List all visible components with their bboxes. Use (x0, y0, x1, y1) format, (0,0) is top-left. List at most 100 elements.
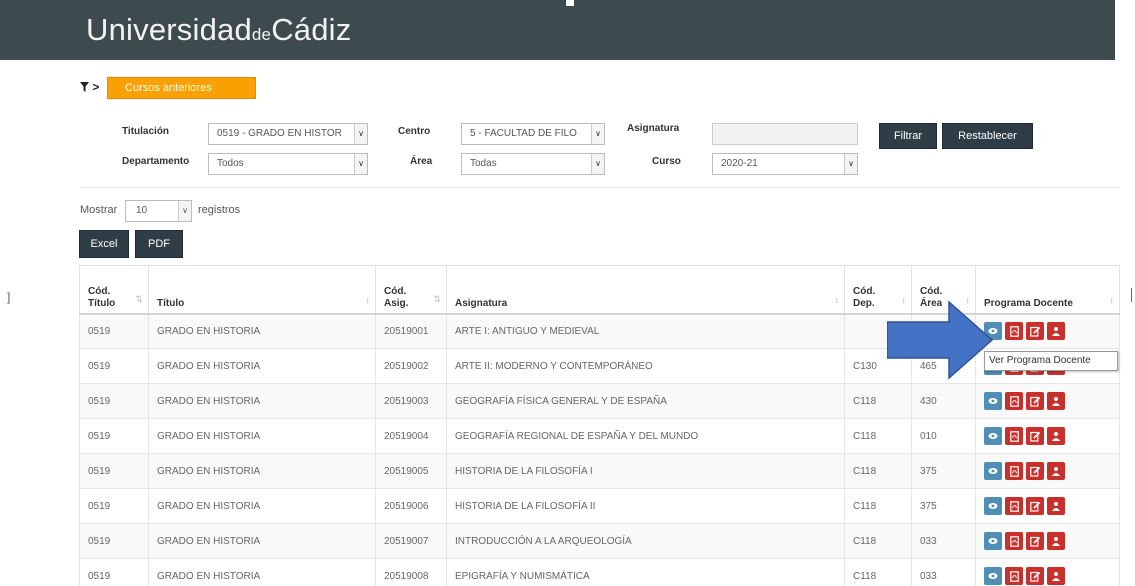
table-row: 0519 GRADO EN HISTORIA 20519004 GEOGRAFÍA R… (79, 418, 1120, 454)
edit-button[interactable] (1026, 392, 1044, 410)
cell-cod-dep: C118 (844, 418, 912, 454)
departamento-select[interactable]: Todos ∨ (208, 153, 368, 175)
edit-button[interactable] (1026, 462, 1044, 480)
edit-button[interactable] (1026, 567, 1044, 585)
chevron-down-icon: ∨ (178, 201, 191, 221)
cell-cod-dep (844, 313, 912, 349)
pdf-icon (1009, 535, 1019, 547)
eye-icon (988, 467, 998, 475)
sort-icon[interactable]: ↕ (1110, 295, 1115, 305)
pdf-button[interactable] (1005, 392, 1023, 410)
column-header-line2: Programa Docente (984, 297, 1073, 309)
sort-icon[interactable]: ↕ (835, 295, 840, 305)
edit-icon (1029, 431, 1041, 442)
cell-asignatura: EPIGRAFÍA Y NUMISMÁTICA (446, 558, 845, 586)
edit-button[interactable] (1026, 497, 1044, 515)
eye-button[interactable] (984, 322, 1002, 341)
column-header[interactable]: Cód. Título ⇅ (79, 265, 149, 315)
edit-button[interactable] (1026, 427, 1044, 445)
column-header-line1 (157, 286, 367, 298)
cell-programa-docente (975, 383, 1120, 419)
column-header[interactable]: Cód. Área ↕ (911, 265, 976, 315)
user-button[interactable] (1047, 427, 1065, 445)
cell-cod-area: 033 (911, 523, 976, 559)
user-button[interactable] (1047, 497, 1065, 515)
page-length-select[interactable]: 10 ∨ (125, 200, 192, 222)
column-header[interactable]: Cód. Asig. ⇅ (375, 265, 447, 315)
action-buttons (984, 462, 1111, 480)
sort-icon[interactable]: ⇅ (433, 294, 441, 305)
cell-cod-titulo: 0519 (79, 488, 149, 524)
ver-programa-tooltip: Ver Programa Docente (984, 351, 1118, 371)
pdf-button[interactable] (1005, 497, 1023, 515)
action-buttons (984, 532, 1111, 550)
eye-button[interactable] (984, 462, 1002, 480)
eye-button[interactable] (984, 532, 1002, 550)
university-logo[interactable]: UniversidaddeCádiz (86, 12, 351, 48)
eye-button[interactable] (984, 392, 1002, 410)
user-button[interactable] (1047, 567, 1065, 585)
cell-cod-titulo: 0519 (79, 418, 149, 454)
cell-cod-asig: 20519003 (375, 383, 447, 419)
column-header[interactable]: Título ↕ (148, 265, 376, 315)
sort-icon[interactable]: ⇅ (135, 294, 143, 305)
titulacion-select[interactable]: 0519 - GRADO EN HISTOR ∨ (208, 123, 368, 145)
pdf-button[interactable] (1005, 532, 1023, 550)
eye-button[interactable] (984, 497, 1002, 515)
pdf-icon (1009, 430, 1019, 442)
pdf-button[interactable] (1005, 462, 1023, 480)
curso-select[interactable]: 2020-21 ∨ (712, 153, 858, 175)
user-button[interactable] (1047, 392, 1065, 410)
cell-cod-asig: 20519005 (375, 453, 447, 489)
user-icon (1051, 326, 1061, 337)
eye-icon (988, 397, 998, 405)
pdf-button[interactable]: PDF (135, 230, 183, 258)
area-select[interactable]: Todas ∨ (461, 153, 605, 175)
column-header-line1: Cód. (88, 285, 111, 297)
asignatura-label: Asignatura (627, 123, 680, 134)
edit-icon (1029, 571, 1041, 582)
centro-label: Centro (398, 126, 431, 137)
filter-toggle[interactable]: > (80, 80, 99, 94)
eye-button[interactable] (984, 427, 1002, 445)
sort-icon[interactable]: ↕ (966, 295, 971, 305)
cell-programa-docente (975, 558, 1120, 586)
filter-icon (80, 82, 89, 92)
site-header: UniversidaddeCádiz (0, 0, 1115, 60)
cell-cod-asig: 20519001 (375, 313, 447, 349)
column-header-line2: Título (88, 297, 116, 309)
restablecer-button[interactable]: Restablecer (942, 123, 1033, 149)
sort-icon[interactable]: ↕ (902, 295, 907, 305)
cell-cod-dep: C118 (844, 558, 912, 586)
cell-cod-titulo: 0519 (79, 453, 149, 489)
user-button[interactable] (1047, 322, 1065, 341)
excel-button[interactable]: Excel (79, 230, 129, 258)
cell-programa-docente (975, 418, 1120, 454)
edit-icon (1029, 396, 1041, 407)
asignaturas-table: Cód. Título ⇅ Título ↕ Cód. Asig. ⇅ Asignatura ↕ C… (79, 265, 1120, 586)
filtrar-button[interactable]: Filtrar (879, 123, 937, 149)
table-row: 0519 GRADO EN HISTORIA 20519003 GEOGRAFÍA F… (79, 383, 1120, 419)
cell-asignatura: INTRODUCCIÓN A LA ARQUEOLOGÍA (446, 523, 845, 559)
pdf-button[interactable] (1005, 567, 1023, 585)
eye-button[interactable] (984, 567, 1002, 585)
eye-icon (988, 572, 998, 580)
edit-button[interactable] (1026, 532, 1044, 550)
cell-cod-area: 430 (911, 383, 976, 419)
asignatura-input[interactable] (712, 123, 858, 145)
cursos-anteriores-button[interactable]: Cursos anteriores (107, 77, 256, 99)
edit-icon (1029, 536, 1041, 547)
edit-button[interactable] (1026, 322, 1044, 341)
column-header-line2: Área (920, 297, 943, 309)
pdf-button[interactable] (1005, 322, 1023, 341)
column-header[interactable]: Programa Docente ↕ (975, 265, 1120, 315)
user-icon (1051, 501, 1061, 511)
column-header[interactable]: Cód. Dep. ↕ (844, 265, 912, 315)
centro-select[interactable]: 5 - FACULTAD DE FILO ∨ (461, 123, 605, 145)
sort-icon[interactable]: ↕ (366, 295, 371, 305)
column-header[interactable]: Asignatura ↕ (446, 265, 845, 315)
pdf-button[interactable] (1005, 427, 1023, 445)
edit-icon (1029, 466, 1041, 477)
user-button[interactable] (1047, 532, 1065, 550)
user-button[interactable] (1047, 462, 1065, 480)
